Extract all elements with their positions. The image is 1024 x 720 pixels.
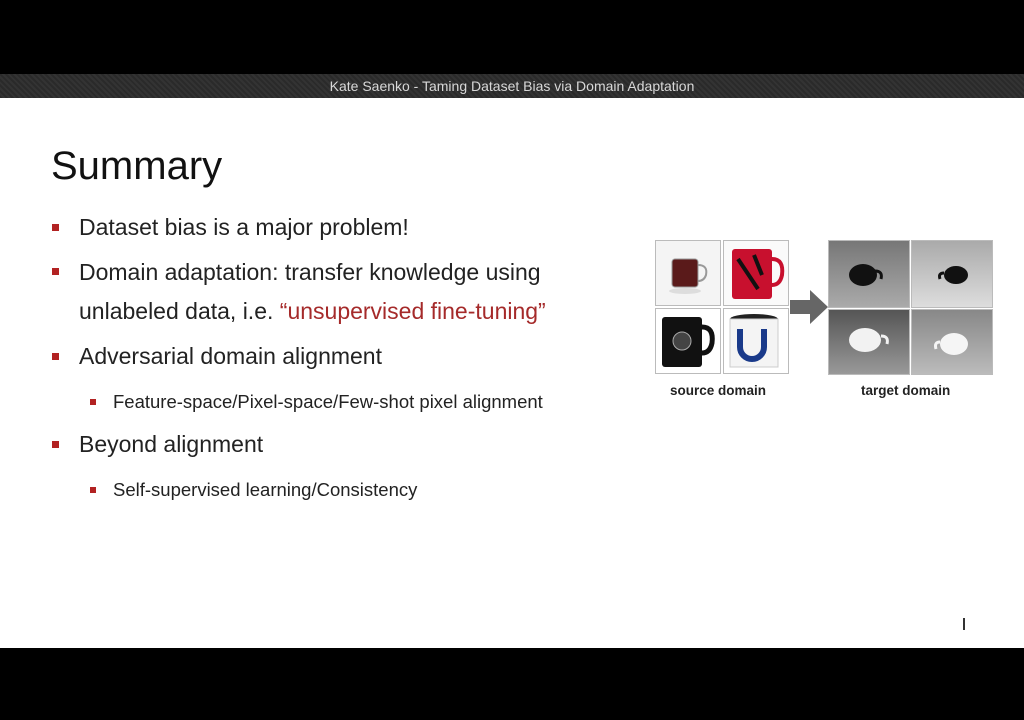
sub-bullet-item: Self-supervised learning/Consistency bbox=[113, 479, 418, 500]
bullet-item: Domain adaptation: transfer knowledge us… bbox=[79, 259, 541, 285]
bullet-marker bbox=[52, 268, 59, 275]
text-cursor-icon bbox=[963, 618, 965, 630]
target-image-3 bbox=[828, 309, 910, 375]
bullet-item-continuation: unlabeled data, i.e. “unsupervised fine-… bbox=[79, 292, 546, 331]
source-domain-label: source domain bbox=[670, 383, 767, 398]
bullet-marker bbox=[52, 441, 59, 448]
bullet-item: Dataset bias is a major problem! bbox=[79, 214, 409, 240]
sub-bullet-marker bbox=[90, 399, 96, 405]
bullet-text: unlabeled data, i.e. bbox=[79, 298, 280, 324]
sub-bullet-marker bbox=[90, 487, 96, 493]
target-image-4 bbox=[911, 309, 993, 375]
target-domain-label: target domain bbox=[861, 383, 951, 398]
top-black-bar bbox=[0, 0, 1024, 74]
highlight-text: “unsupervised fine-tuning” bbox=[279, 298, 546, 324]
bottom-black-bar bbox=[0, 648, 1024, 720]
bullet-item: Beyond alignment bbox=[79, 431, 264, 457]
slide: Summary Dataset bias is a major problem!… bbox=[0, 98, 1024, 648]
bullet-list: Dataset bias is a major problem! Domain … bbox=[0, 98, 640, 648]
video-title-bar: Kate Saenko - Taming Dataset Bias via Do… bbox=[0, 74, 1024, 98]
source-image-red-mug bbox=[723, 240, 789, 306]
target-image-1 bbox=[828, 240, 910, 308]
source-image-horseshoe-mug bbox=[723, 308, 789, 374]
bullet-marker bbox=[52, 224, 59, 231]
bullet-item: Adversarial domain alignment bbox=[79, 343, 382, 369]
arrow-right-icon bbox=[790, 290, 828, 324]
source-image-black-mug bbox=[655, 308, 721, 374]
sub-bullet-item: Feature-space/Pixel-space/Few-shot pixel… bbox=[113, 391, 543, 412]
source-image-glass-mug bbox=[655, 240, 721, 306]
domain-adaptation-figure: source domain target domain bbox=[655, 240, 995, 405]
target-image-2 bbox=[911, 240, 993, 308]
bullet-marker bbox=[52, 353, 59, 360]
